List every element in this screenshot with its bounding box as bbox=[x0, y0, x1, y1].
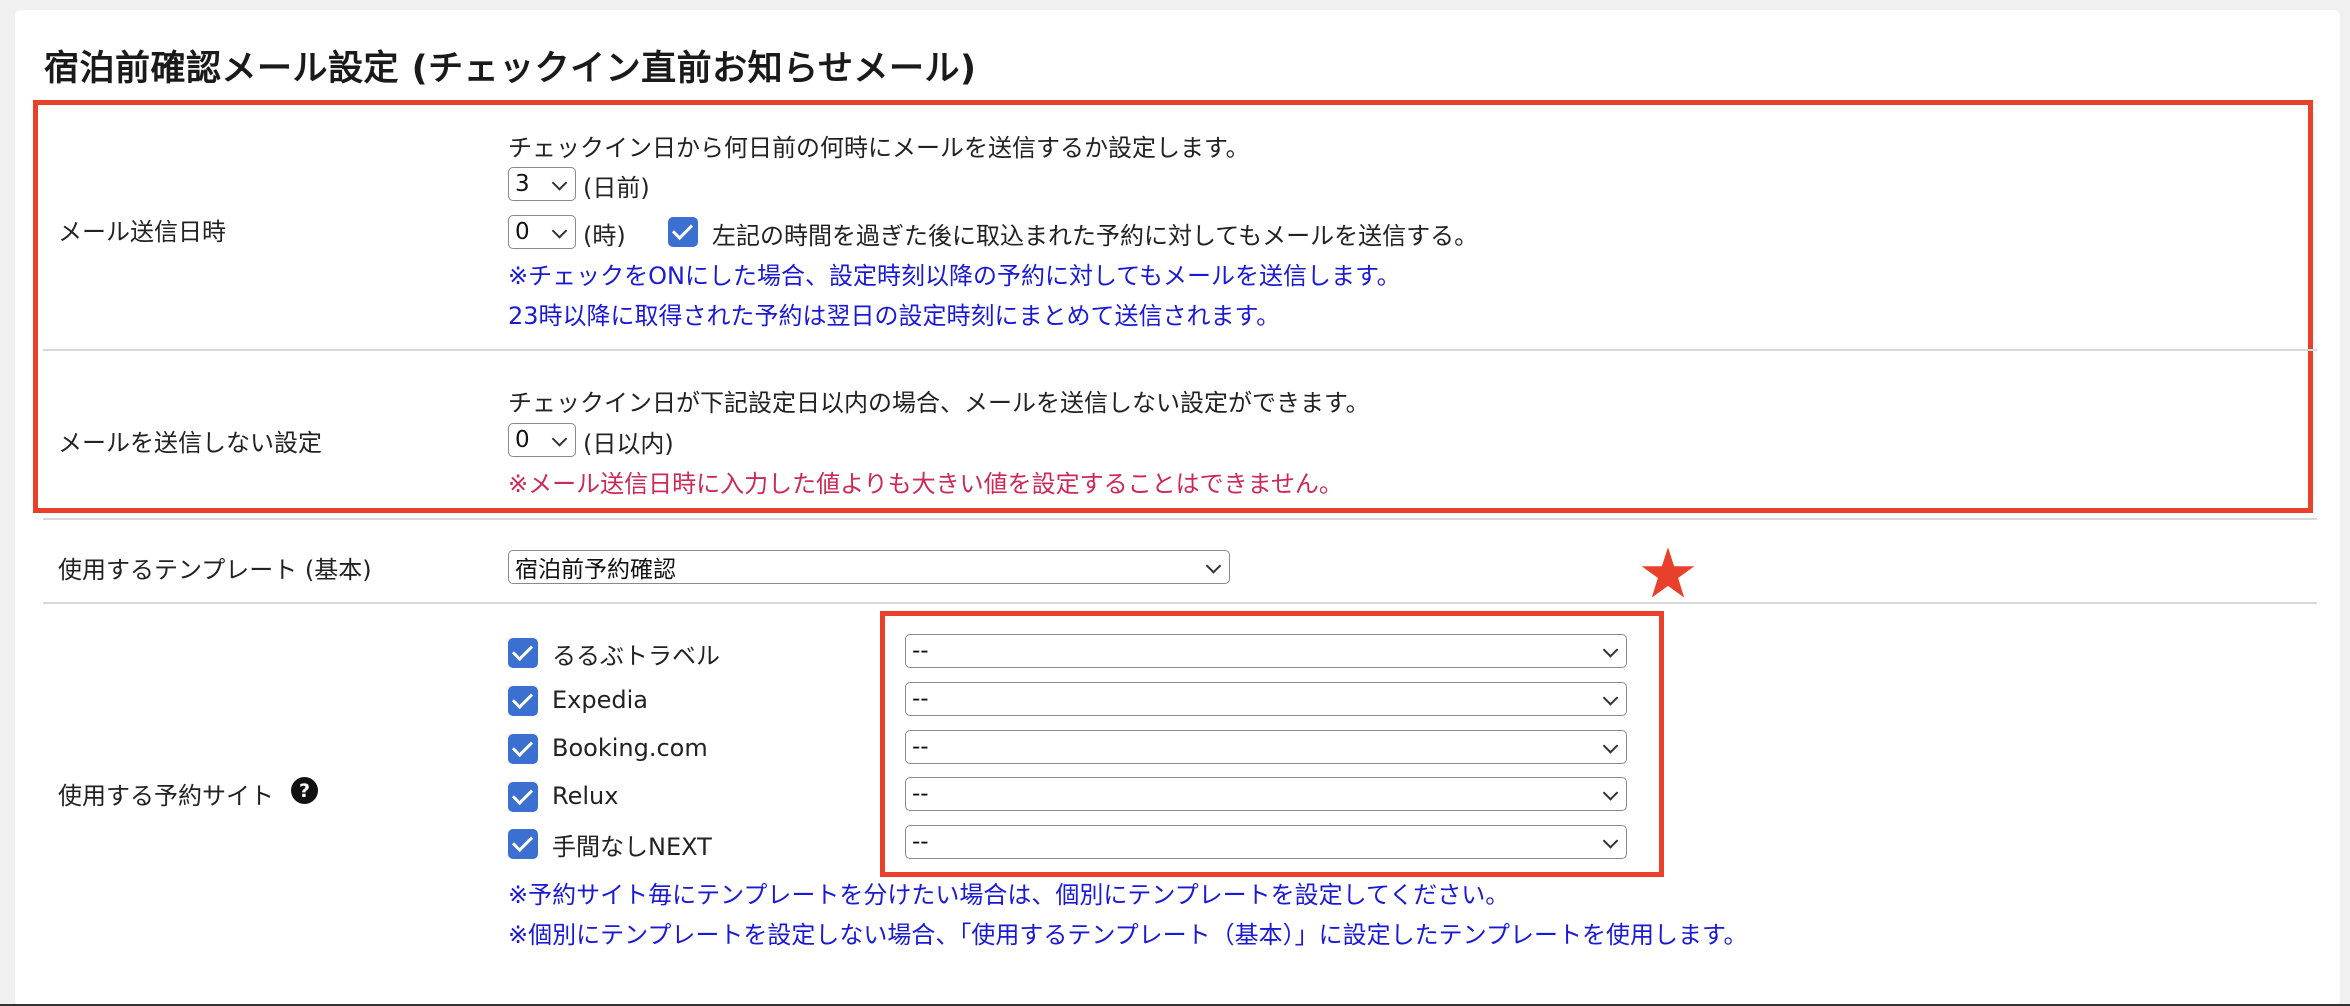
no-send-warning: ※メール送信日時に入力した値よりも大きい値を設定することはできません。 bbox=[508, 470, 1343, 498]
help-icon[interactable]: ? bbox=[291, 777, 318, 804]
sites-label: 使用する予約サイト bbox=[58, 782, 274, 810]
star-icon bbox=[1641, 547, 1695, 598]
chevron-down-icon bbox=[1602, 642, 1619, 658]
site-checkbox-booking[interactable] bbox=[508, 734, 538, 764]
site-template-value: -- bbox=[912, 781, 929, 807]
site-name-booking: Booking.com bbox=[552, 734, 708, 762]
send-datetime-description: チェックイン日から何日前の何時にメールを送信するか設定します。 bbox=[508, 134, 1250, 162]
site-checkbox-expedia[interactable] bbox=[508, 686, 538, 716]
send-datetime-note-2: 23時以降に取得された予約は翌日の設定時刻にまとめて送信されます。 bbox=[508, 302, 1281, 330]
no-send-label: メールを送信しない設定 bbox=[58, 429, 322, 457]
row-divider bbox=[43, 518, 2317, 520]
chevron-down-icon bbox=[1602, 690, 1619, 706]
chevron-down-icon bbox=[1602, 833, 1619, 849]
hour-suffix: (時) bbox=[583, 222, 626, 250]
no-send-days-select[interactable]: 0 bbox=[508, 423, 576, 457]
hour-select[interactable]: 0 bbox=[508, 215, 576, 249]
chevron-down-icon bbox=[551, 175, 568, 191]
days-before-suffix: (日前) bbox=[583, 174, 650, 202]
chevron-down-icon bbox=[1205, 558, 1222, 574]
template-select[interactable]: 宿泊前予約確認 bbox=[508, 550, 1230, 584]
site-name-relux: Relux bbox=[552, 782, 619, 810]
sites-note-2: ※個別にテンプレートを設定しない場合、「使用するテンプレート（基本）」に設定した… bbox=[508, 921, 1748, 949]
site-template-value: -- bbox=[912, 734, 929, 760]
no-send-description: チェックイン日が下記設定日以内の場合、メールを送信しない設定ができます。 bbox=[508, 389, 1370, 417]
site-checkbox-relux[interactable] bbox=[508, 782, 538, 812]
chevron-down-icon bbox=[1602, 785, 1619, 801]
sites-note-1: ※予約サイト毎にテンプレートを分けたい場合は、個別にテンプレートを設定してくださ… bbox=[508, 881, 1510, 909]
hour-value: 0 bbox=[515, 219, 530, 245]
site-name-rurubu: るるぶトラベル bbox=[552, 642, 720, 670]
no-send-days-value: 0 bbox=[515, 427, 530, 453]
send-datetime-note-1: ※チェックをONにした場合、設定時刻以降の予約に対してもメールを送信します。 bbox=[508, 262, 1401, 290]
site-template-select-expedia[interactable]: -- bbox=[905, 682, 1627, 716]
section-title: 宿泊前確認メール設定 (チェックイン直前お知らせメール) bbox=[44, 49, 977, 89]
send-datetime-label: メール送信日時 bbox=[58, 218, 226, 246]
site-template-value: -- bbox=[912, 638, 929, 664]
row-divider bbox=[43, 349, 2317, 351]
row-divider bbox=[43, 602, 2317, 604]
days-before-value: 3 bbox=[515, 171, 530, 197]
site-template-select-rurubu[interactable]: -- bbox=[905, 634, 1627, 668]
template-label: 使用するテンプレート (基本) bbox=[58, 556, 372, 584]
chevron-down-icon bbox=[1602, 738, 1619, 754]
site-checkbox-rurubu[interactable] bbox=[508, 638, 538, 668]
template-value: 宿泊前予約確認 bbox=[515, 557, 676, 583]
site-template-value: -- bbox=[912, 829, 929, 855]
late-reservation-checkbox-label: 左記の時間を過ぎた後に取込まれた予約に対してもメールを送信する。 bbox=[712, 222, 1479, 250]
chevron-down-icon bbox=[551, 223, 568, 239]
site-template-select-relux[interactable]: -- bbox=[905, 777, 1627, 811]
site-template-value: -- bbox=[912, 686, 929, 712]
site-name-expedia: Expedia bbox=[552, 686, 648, 714]
site-checkbox-temanashi[interactable] bbox=[508, 829, 538, 859]
site-name-temanashi: 手間なしNEXT bbox=[552, 833, 712, 861]
chevron-down-icon bbox=[551, 431, 568, 447]
no-send-days-suffix: (日以内) bbox=[583, 430, 674, 458]
late-reservation-checkbox[interactable] bbox=[668, 217, 698, 247]
days-before-select[interactable]: 3 bbox=[508, 167, 576, 201]
site-template-select-booking[interactable]: -- bbox=[905, 730, 1627, 764]
site-template-select-temanashi[interactable]: -- bbox=[905, 825, 1627, 859]
